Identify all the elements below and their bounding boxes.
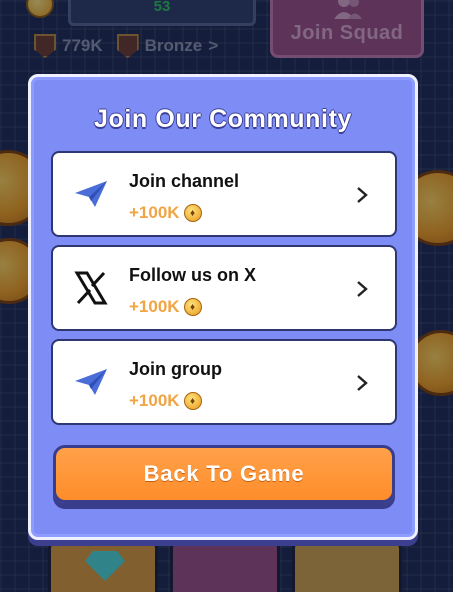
task-label: Join group — [129, 359, 222, 379]
task-follow-x[interactable]: Follow us on X +100K ♦ — [51, 245, 397, 331]
telegram-icon — [75, 181, 107, 207]
back-to-game-button[interactable]: Back To Game — [53, 445, 395, 503]
task-reward: +100K ♦ — [129, 391, 202, 411]
chevron-right-icon — [357, 375, 368, 391]
task-label: Join channel — [129, 171, 240, 191]
modal-title: Join Our Community — [93, 105, 353, 133]
telegram-icon — [75, 369, 107, 395]
chevron-right-icon — [357, 187, 368, 203]
reward-amount: +100K — [129, 203, 180, 222]
coin-icon: ♦ — [183, 204, 202, 222]
task-join-group[interactable]: Join group +100K ♦ — [51, 339, 397, 425]
coin-icon: ♦ — [183, 392, 202, 410]
task-label: Follow us on X — [129, 265, 256, 285]
coin-icon: ♦ — [183, 298, 202, 316]
reward-amount: +100K — [129, 391, 180, 410]
x-logo-icon — [74, 271, 108, 305]
chevron-right-icon — [357, 281, 368, 297]
task-reward: +100K ♦ — [129, 297, 202, 317]
reward-amount: +100K — [129, 297, 180, 316]
join-community-modal: Join Our Community Join channel +100K ♦ … — [28, 74, 418, 540]
back-button-label: Back To Game — [143, 461, 305, 486]
task-reward: +100K ♦ — [129, 203, 202, 223]
task-join-channel[interactable]: Join channel +100K ♦ — [51, 151, 397, 237]
